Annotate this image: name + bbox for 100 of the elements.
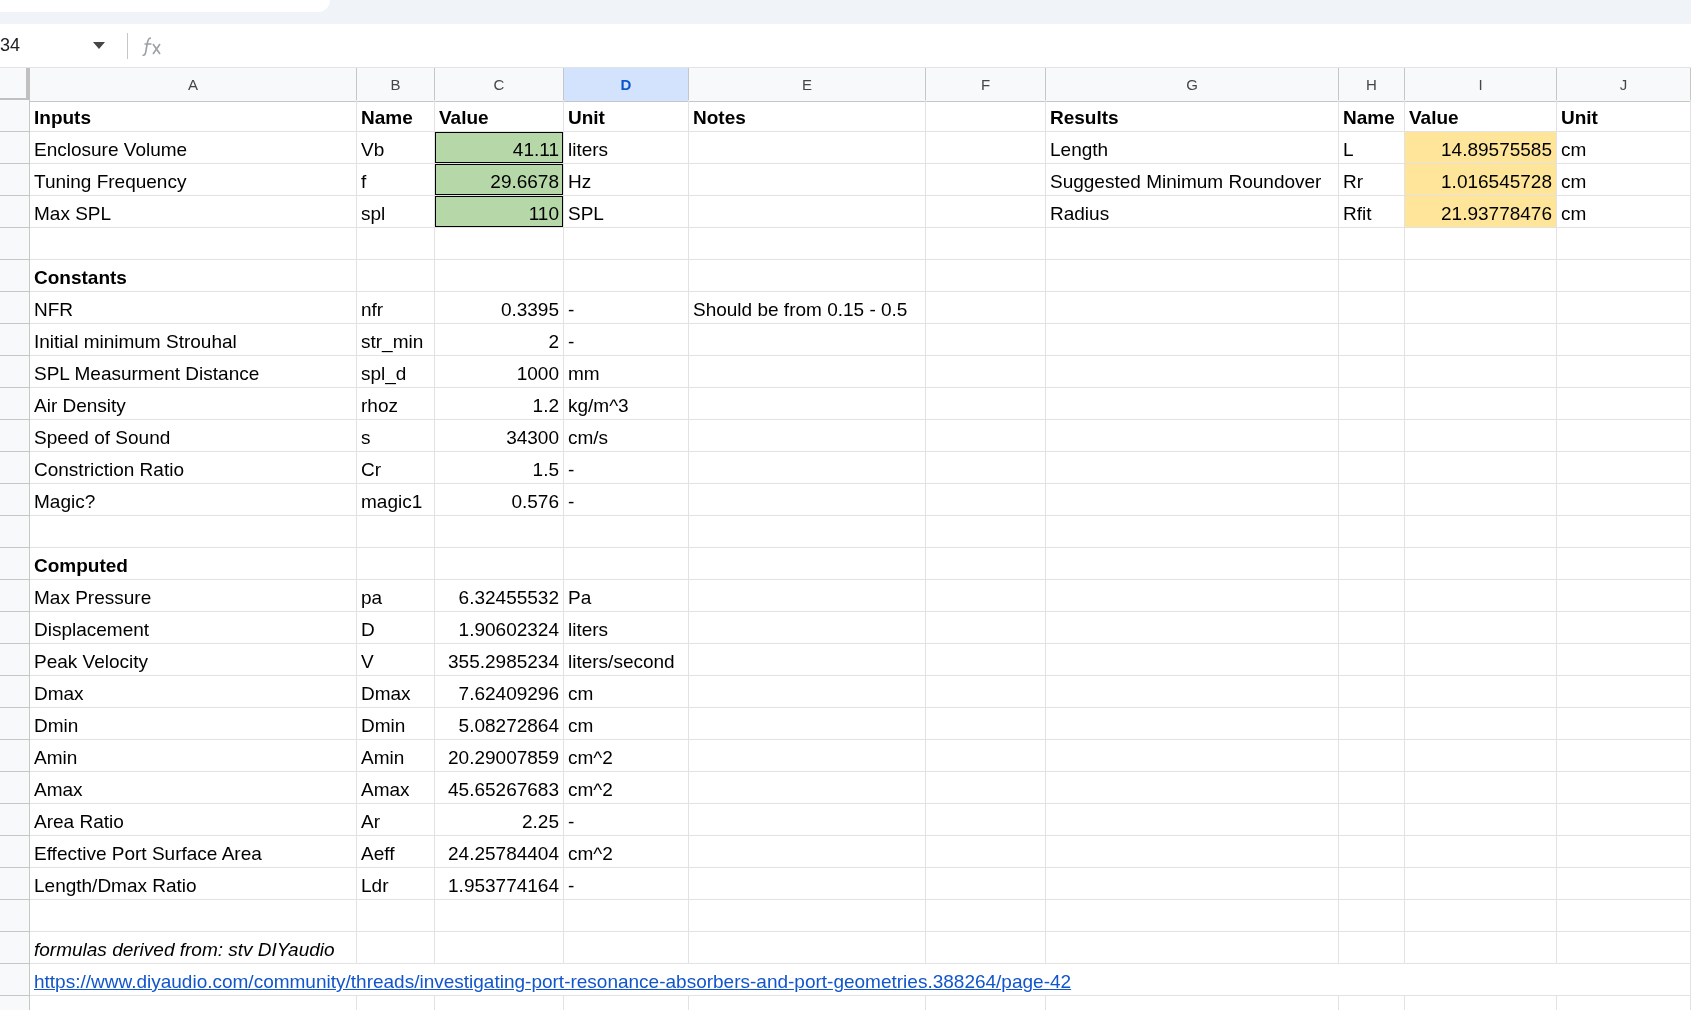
empty-cell[interactable] [926,132,1046,164]
empty-cell[interactable] [926,484,1046,516]
empty-cell[interactable] [1405,932,1557,964]
empty-cell[interactable] [689,676,926,708]
empty-cell[interactable] [926,644,1046,676]
empty-cell[interactable] [1339,900,1405,932]
row-header[interactable] [0,676,30,708]
empty-cell[interactable] [1046,420,1339,452]
empty-cell[interactable] [926,900,1046,932]
empty-cell[interactable] [1405,580,1557,612]
empty-cell[interactable] [1405,452,1557,484]
empty-cell[interactable] [1046,644,1339,676]
empty-cell[interactable] [564,932,689,964]
empty-cell[interactable] [1339,676,1405,708]
empty-cell[interactable] [1405,324,1557,356]
empty-cell[interactable] [689,388,926,420]
empty-cell[interactable] [1339,644,1405,676]
empty-cell[interactable] [1405,868,1557,900]
empty-cell[interactable] [435,548,564,580]
empty-cell[interactable] [1046,836,1339,868]
empty-cell[interactable] [1557,420,1691,452]
empty-cell[interactable] [1557,516,1691,548]
empty-cell[interactable] [1339,484,1405,516]
empty-cell[interactable] [357,228,435,260]
empty-cell[interactable] [1046,548,1339,580]
empty-cell[interactable] [1405,836,1557,868]
empty-cell[interactable] [1405,612,1557,644]
empty-cell[interactable] [689,644,926,676]
empty-cell[interactable] [689,164,926,196]
empty-cell[interactable] [926,548,1046,580]
empty-cell[interactable] [1557,772,1691,804]
empty-cell[interactable] [1339,772,1405,804]
empty-cell[interactable] [1046,932,1339,964]
empty-cell[interactable] [926,772,1046,804]
row-header[interactable] [0,740,30,772]
empty-cell[interactable] [1557,324,1691,356]
empty-cell[interactable] [1557,452,1691,484]
empty-cell[interactable] [1405,260,1557,292]
empty-cell[interactable] [1557,260,1691,292]
empty-cell[interactable] [689,580,926,612]
empty-cell[interactable] [1339,836,1405,868]
empty-cell[interactable] [926,228,1046,260]
column-header[interactable]: H [1339,68,1405,102]
empty-cell[interactable] [1405,388,1557,420]
empty-cell[interactable] [1557,548,1691,580]
empty-cell[interactable] [689,804,926,836]
empty-cell[interactable] [1339,292,1405,324]
empty-cell[interactable] [1557,676,1691,708]
empty-cell[interactable] [689,516,926,548]
empty-cell[interactable] [1557,484,1691,516]
row-header[interactable] [0,644,30,676]
empty-cell[interactable] [926,388,1046,420]
empty-cell[interactable] [1339,388,1405,420]
empty-cell[interactable] [689,740,926,772]
empty-cell[interactable] [1339,548,1405,580]
row-header[interactable] [0,388,30,420]
empty-cell[interactable] [1046,516,1339,548]
row-header[interactable] [0,292,30,324]
empty-cell[interactable] [1046,452,1339,484]
empty-cell[interactable] [689,932,926,964]
column-header[interactable]: D [564,68,689,102]
empty-cell[interactable] [1046,292,1339,324]
column-header[interactable]: E [689,68,926,102]
column-header[interactable]: A [30,68,357,102]
empty-cell[interactable] [1339,324,1405,356]
row-header[interactable] [0,132,30,164]
row-header[interactable] [0,516,30,548]
link[interactable]: https://www.diyaudio.com/community/threads/investigating-port-resonance-absorbers-and-port-geometries.388264/page-42 [34,971,1072,993]
empty-cell[interactable] [689,420,926,452]
empty-cell[interactable] [926,836,1046,868]
empty-cell[interactable] [1405,900,1557,932]
empty-cell[interactable] [1046,772,1339,804]
empty-cell[interactable] [1339,580,1405,612]
empty-cell[interactable] [1046,708,1339,740]
empty-cell[interactable] [1339,932,1405,964]
empty-cell[interactable] [1046,740,1339,772]
empty-cell[interactable] [689,324,926,356]
empty-cell[interactable] [1405,516,1557,548]
empty-cell[interactable] [1339,228,1405,260]
empty-cell[interactable] [1339,356,1405,388]
empty-cell[interactable] [926,324,1046,356]
empty-cell[interactable] [1557,740,1691,772]
empty-cell[interactable] [1339,708,1405,740]
column-header[interactable]: B [357,68,435,102]
row-header[interactable] [0,420,30,452]
empty-cell[interactable] [1046,324,1339,356]
empty-cell[interactable] [926,740,1046,772]
empty-cell[interactable] [1557,932,1691,964]
empty-cell[interactable] [1046,228,1339,260]
select-all-corner[interactable] [0,68,30,102]
empty-cell[interactable] [1557,388,1691,420]
empty-cell[interactable] [1557,900,1691,932]
empty-cell[interactable] [1339,452,1405,484]
empty-cell[interactable] [1405,292,1557,324]
empty-cell[interactable] [1405,644,1557,676]
row-header[interactable] [0,164,30,196]
empty-cell[interactable] [564,900,689,932]
empty-cell[interactable] [1405,484,1557,516]
empty-cell[interactable] [926,100,1046,132]
row-header[interactable] [0,324,30,356]
